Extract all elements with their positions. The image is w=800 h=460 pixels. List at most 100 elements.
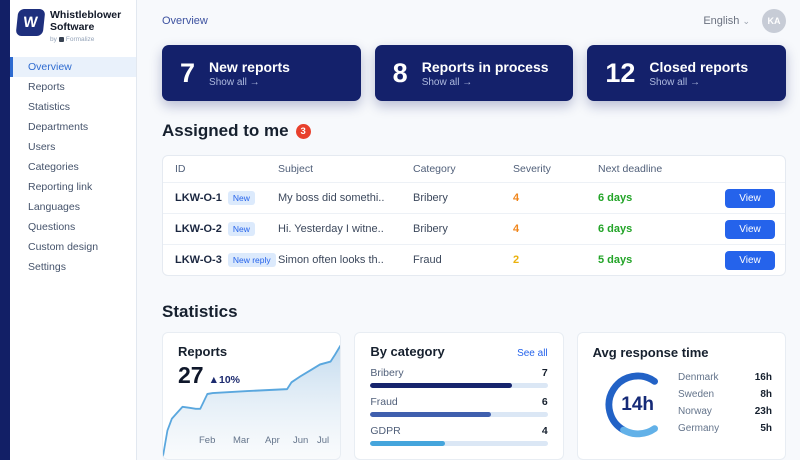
report-id-cell: LKW-O-3New reply — [175, 253, 278, 267]
legend-row: Sweden 8h — [678, 386, 772, 403]
legend-row: Norway 23h — [678, 403, 772, 420]
sidebar-item-departments[interactable]: Departments — [10, 117, 136, 137]
reports-trend-head: Reports 27 ▲10% — [178, 344, 240, 389]
trend-up-icon: ▲10% — [209, 374, 240, 386]
legend-country: Denmark — [678, 372, 719, 383]
report-id-cell: LKW-O-1 New — [175, 191, 278, 205]
severity-cell: 2 — [513, 254, 598, 266]
sidebar-item-categories[interactable]: Categories — [10, 157, 136, 177]
view-button[interactable]: View — [725, 220, 775, 239]
category-label: Bribery — [370, 367, 403, 379]
avatar[interactable]: KA — [762, 9, 786, 33]
reports-trend-title: Reports — [178, 344, 240, 359]
col-header-category: Category — [413, 163, 513, 175]
legend-country: Germany — [678, 423, 719, 434]
statistics-section-head: Statistics — [162, 302, 786, 322]
category-line: Fraud 6 — [370, 396, 547, 408]
show-all-link[interactable]: Show all → — [209, 77, 290, 88]
x-tick-feb: Feb — [199, 435, 215, 446]
brand-name-line2: Software — [50, 21, 121, 33]
response-gauge: 14h — [600, 367, 676, 443]
brand-name-line1: Whistleblower — [50, 9, 121, 21]
show-all-link[interactable]: Show all → — [649, 77, 748, 88]
show-all-link[interactable]: Show all → — [422, 77, 549, 88]
brand-text: Whistleblower Software by Formalize — [50, 9, 121, 43]
sidebar-item-label: Categories — [28, 161, 79, 173]
reports-trend-card: Reports 27 ▲10% Feb — [162, 332, 341, 460]
see-all-link[interactable]: See all — [517, 348, 548, 359]
sidebar-item-languages[interactable]: Languages — [10, 197, 136, 217]
main-content: Overview English ⌄ KA 7 New reports Show… — [137, 0, 800, 460]
formalize-logo-icon — [59, 37, 64, 42]
topbar-right: English ⌄ KA — [703, 9, 786, 33]
subject-cell: My boss did somethi.. — [278, 192, 413, 204]
app-window: W Whistleblower Software by Formalize Ov… — [0, 0, 800, 460]
category-line: Bribery 7 — [370, 367, 547, 379]
card-text: Reports in process Show all → — [422, 59, 549, 88]
sidebar-item-label: Reports — [28, 81, 65, 93]
new-reports-title: New reports — [209, 59, 290, 75]
whistleblower-logo-icon: W — [16, 9, 46, 36]
legend-row: Germany 5h — [678, 420, 772, 437]
trend-arrow: ▲ — [209, 374, 219, 386]
col-header-deadline: Next deadline — [598, 163, 718, 175]
table-row[interactable]: LKW-O-1New My boss did somethi.. Bribery… — [163, 182, 785, 213]
sidebar-item-label: Settings — [28, 261, 66, 273]
subject-cell: Simon often looks th.. — [278, 254, 413, 266]
sidebar-item-users[interactable]: Users — [10, 137, 136, 157]
reports-in-process-card[interactable]: 8 Reports in process Show all → — [375, 45, 574, 101]
status-badge: New — [228, 222, 255, 236]
show-all-label: Show all — [209, 77, 247, 88]
sidebar-item-overview[interactable]: Overview — [10, 57, 136, 77]
language-selector[interactable]: English ⌄ — [703, 15, 750, 27]
avg-response-title: Avg response time — [593, 345, 709, 360]
sidebar: W Whistleblower Software by Formalize Ov… — [10, 0, 137, 460]
category-value: 4 — [542, 425, 548, 437]
byline-text: by — [50, 36, 57, 43]
sidebar-nav: Overview Reports Statistics Departments … — [10, 57, 136, 277]
x-tick-jun: Jun — [293, 435, 308, 446]
arrow-right-icon: → — [690, 77, 700, 88]
x-tick-apr: Apr — [265, 435, 280, 446]
sidebar-item-custom-design[interactable]: Custom design — [10, 237, 136, 257]
new-reports-card[interactable]: 7 New reports Show all → — [162, 45, 361, 101]
sidebar-item-statistics[interactable]: Statistics — [10, 97, 136, 117]
report-id: LKW-O-3 — [175, 254, 222, 266]
table-row[interactable]: LKW-O-3New reply Simon often looks th.. … — [163, 244, 785, 275]
arrow-right-icon: → — [462, 77, 472, 88]
report-id: LKW-O-1 — [175, 192, 222, 204]
deadline-cell: 5 days — [598, 254, 718, 266]
category-line: GDPR 4 — [370, 425, 547, 437]
sidebar-item-reports[interactable]: Reports — [10, 77, 136, 97]
view-button[interactable]: View — [725, 251, 775, 270]
severity-cell: 4 — [513, 192, 598, 204]
bar-fill — [370, 383, 512, 388]
legend-value: 16h — [755, 372, 772, 383]
brand-logo: W Whistleblower Software by Formalize — [10, 0, 136, 51]
sidebar-item-label: Custom design — [28, 241, 98, 253]
by-category-title: By category — [370, 344, 444, 359]
assigned-count-badge: 3 — [296, 124, 311, 139]
breadcrumb: Overview — [162, 15, 208, 27]
subject-cell: Hi. Yesterday I witne.. — [278, 223, 413, 235]
reports-total: 27 — [178, 362, 204, 389]
statistics-cards-row: Reports 27 ▲10% Feb — [162, 332, 786, 460]
status-badge: New — [228, 191, 255, 205]
arrow-right-icon: → — [250, 77, 260, 88]
severity-cell: 4 — [513, 223, 598, 235]
assigned-section-head: Assigned to me 3 — [162, 121, 786, 141]
closed-reports-card[interactable]: 12 Closed reports Show all → — [587, 45, 786, 101]
sidebar-item-label: Departments — [28, 121, 88, 133]
sidebar-item-settings[interactable]: Settings — [10, 257, 136, 277]
sidebar-item-label: Overview — [28, 61, 72, 73]
sidebar-item-reporting-link[interactable]: Reporting link — [10, 177, 136, 197]
response-legend: Denmark 16h Sweden 8h Norway 23h Germany… — [678, 369, 772, 437]
show-all-label: Show all — [422, 77, 460, 88]
sidebar-item-questions[interactable]: Questions — [10, 217, 136, 237]
gauge-center-label: 14h — [600, 367, 676, 443]
byline-brand-text: Formalize — [66, 36, 95, 43]
x-tick-jul: Jul — [317, 435, 329, 446]
legend-value: 8h — [760, 389, 772, 400]
table-row[interactable]: LKW-O-2New Hi. Yesterday I witne.. Bribe… — [163, 213, 785, 244]
view-button[interactable]: View — [725, 189, 775, 208]
